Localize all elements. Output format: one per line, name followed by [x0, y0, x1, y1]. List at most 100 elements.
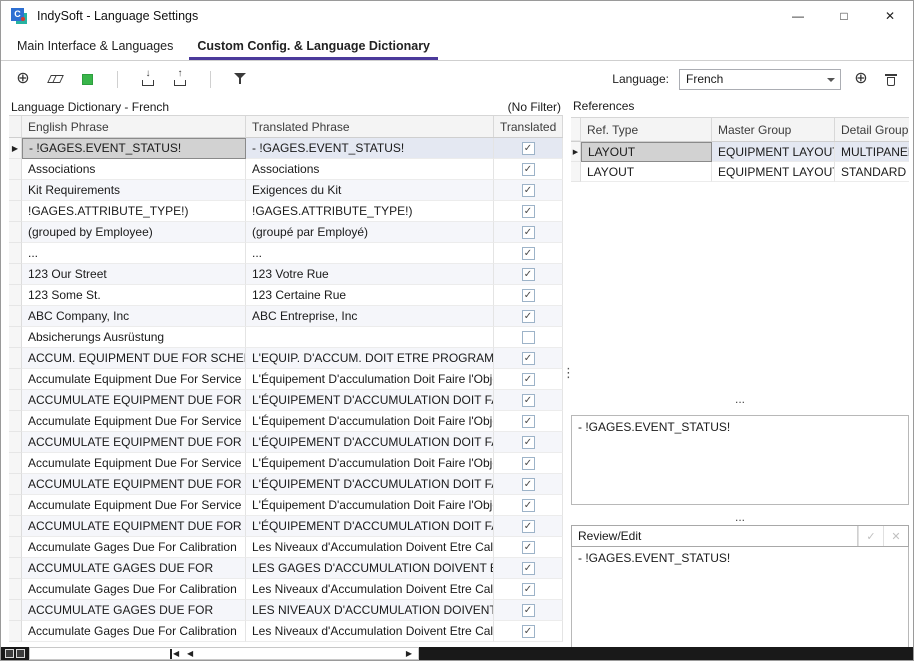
filter-status[interactable]: (No Filter) — [508, 100, 561, 114]
translated-cell[interactable] — [494, 495, 563, 516]
column-header[interactable]: Translated Phrase — [246, 116, 494, 137]
translated-checkbox[interactable] — [522, 457, 535, 470]
reference-row[interactable]: LAYOUTEQUIPMENT LAYOUTSSTANDARD — [571, 162, 909, 182]
translated-cell[interactable] — [494, 138, 563, 159]
dictionary-row[interactable]: 123 Our Street123 Votre Rue — [9, 264, 563, 285]
review-cancel-button[interactable]: ✕ — [883, 526, 908, 546]
maximize-button[interactable]: □ — [821, 1, 867, 31]
translated-phrase-cell[interactable]: Exigences du Kit — [246, 180, 494, 201]
english-phrase-cell[interactable]: Associations — [22, 159, 246, 180]
review-accept-button[interactable]: ✓ — [858, 526, 883, 546]
dictionary-row[interactable]: ACCUMULATE EQUIPMENT DUE FORL'ÉQUIPEMENT… — [9, 474, 563, 495]
tab-custom-config[interactable]: Custom Config. & Language Dictionary — [185, 31, 442, 60]
english-phrase-cell[interactable]: ACCUMULATE EQUIPMENT DUE FOR — [22, 516, 246, 537]
translated-checkbox[interactable] — [522, 499, 535, 512]
add-language-button[interactable]: ⊕ — [851, 69, 871, 89]
translated-cell[interactable] — [494, 474, 563, 495]
dictionary-row[interactable]: ACCUMULATE GAGES DUE FORLES GAGES D'ACCU… — [9, 558, 563, 579]
horizontal-scrollbar[interactable]: ◀ ◀ ▶ — [29, 647, 419, 660]
column-header[interactable]: Ref. Type — [581, 118, 712, 141]
translated-cell[interactable] — [494, 558, 563, 579]
scroll-right-icon[interactable]: ▶ — [406, 649, 412, 659]
tab-main-interface[interactable]: Main Interface & Languages — [5, 31, 185, 60]
splitter-grip-top[interactable]: ... — [571, 393, 909, 405]
english-phrase-cell[interactable]: Accumulate Gages Due For Calibration — [22, 621, 246, 642]
english-phrase-cell[interactable]: - !GAGES.EVENT_STATUS! — [22, 138, 246, 159]
translated-checkbox[interactable] — [522, 226, 535, 239]
translated-phrase-cell[interactable]: L'EQUIP. D'ACCUM. DOIT ETRE PROGRAMMÉ — [246, 348, 494, 369]
column-header[interactable]: Translated — [494, 116, 563, 137]
translated-phrase-cell[interactable]: LES GAGES D'ACCUMULATION DOIVENT ETRE CA — [246, 558, 494, 579]
dictionary-row[interactable]: Accumulate Equipment Due For ServiceL'Éq… — [9, 453, 563, 474]
english-phrase-cell[interactable]: Accumulate Gages Due For Calibration — [22, 537, 246, 558]
translated-checkbox[interactable] — [522, 436, 535, 449]
dictionary-row[interactable]: Accumulate Gages Due For CalibrationLes … — [9, 621, 563, 642]
translated-cell[interactable] — [494, 537, 563, 558]
dictionary-row[interactable]: Kit RequirementsExigences du Kit — [9, 180, 563, 201]
english-phrase-cell[interactable]: Absicherungs Ausrüstung — [22, 327, 246, 348]
translated-cell[interactable] — [494, 285, 563, 306]
english-phrase-cell[interactable]: Accumulate Gages Due For Calibration — [22, 579, 246, 600]
translated-phrase-cell[interactable]: L'Équipement D'acculumation Doit Faire l… — [246, 369, 494, 390]
translated-cell[interactable] — [494, 348, 563, 369]
translated-cell[interactable] — [494, 516, 563, 537]
translated-phrase-cell[interactable] — [246, 327, 494, 348]
english-phrase-cell[interactable]: 123 Some St. — [22, 285, 246, 306]
import-button[interactable]: ↓ — [138, 69, 158, 89]
dictionary-row[interactable]: ACCUMULATE GAGES DUE FORLES NIVEAUX D'AC… — [9, 600, 563, 621]
translated-checkbox[interactable] — [522, 415, 535, 428]
translated-cell[interactable] — [494, 579, 563, 600]
translated-checkbox[interactable] — [522, 625, 535, 638]
english-phrase-cell[interactable]: ACCUMULATE EQUIPMENT DUE FOR — [22, 390, 246, 411]
english-phrase-cell[interactable]: ACCUMULATE EQUIPMENT DUE FOR — [22, 474, 246, 495]
english-phrase-cell[interactable]: ABC Company, Inc — [22, 306, 246, 327]
translated-cell[interactable] — [494, 432, 563, 453]
dictionary-row[interactable]: ▶- !GAGES.EVENT_STATUS!- !GAGES.EVENT_ST… — [9, 138, 563, 159]
translated-phrase-cell[interactable]: Les Niveaux d'Accumulation Doivent Etre … — [246, 537, 494, 558]
translated-checkbox[interactable] — [522, 142, 535, 155]
dictionary-row[interactable]: Accumulate Equipment Due For ServiceL'Éq… — [9, 369, 563, 390]
english-phrase-cell[interactable]: ACCUMULATE EQUIPMENT DUE FOR — [22, 432, 246, 453]
filter-button[interactable] — [231, 69, 251, 89]
translated-phrase-cell[interactable]: L'ÉQUIPEMENT D'ACCUMULATION DOIT FAIRE L… — [246, 432, 494, 453]
ref-type-cell[interactable]: LAYOUT — [581, 162, 712, 182]
translated-phrase-cell[interactable]: L'Équipement D'accumulation Doit Faire l… — [246, 411, 494, 432]
english-phrase-cell[interactable]: (grouped by Employee) — [22, 222, 246, 243]
translated-cell[interactable] — [494, 201, 563, 222]
translated-phrase-cell[interactable]: Les Niveaux d'Accumulation Doivent Etre … — [246, 579, 494, 600]
record-button[interactable] — [77, 69, 97, 89]
translated-checkbox[interactable] — [522, 247, 535, 260]
translated-phrase-cell[interactable]: (groupé par Employé) — [246, 222, 494, 243]
phrase-preview-box[interactable]: - !GAGES.EVENT_STATUS! — [571, 415, 909, 505]
dictionary-row[interactable]: AssociationsAssociations — [9, 159, 563, 180]
translated-checkbox[interactable] — [522, 394, 535, 407]
panel-splitter-handle[interactable]: ⋮ — [562, 365, 575, 381]
english-phrase-cell[interactable]: Kit Requirements — [22, 180, 246, 201]
translated-checkbox[interactable] — [522, 184, 535, 197]
reference-row[interactable]: ▶LAYOUTEQUIPMENT LAYOUTSMULTIPANEL- — [571, 142, 909, 162]
review-edit-textarea[interactable]: - !GAGES.EVENT_STATUS! — [571, 547, 909, 649]
column-header[interactable]: Detail Group — [835, 118, 909, 141]
dictionary-row[interactable]: ...... — [9, 243, 563, 264]
dictionary-row[interactable]: ACCUM. EQUIPMENT DUE FOR SCHEDULEL'EQUIP… — [9, 348, 563, 369]
detail-group-cell[interactable]: MULTIPANEL- — [835, 142, 909, 162]
delete-language-button[interactable] — [881, 69, 901, 89]
english-phrase-cell[interactable]: ... — [22, 243, 246, 264]
translated-cell[interactable] — [494, 180, 563, 201]
dictionary-row[interactable]: Accumulate Equipment Due For ServiceL'Éq… — [9, 411, 563, 432]
translated-checkbox[interactable] — [522, 205, 535, 218]
dictionary-row[interactable]: Accumulate Gages Due For CalibrationLes … — [9, 537, 563, 558]
translated-checkbox[interactable] — [522, 583, 535, 596]
translated-cell[interactable] — [494, 621, 563, 642]
translated-phrase-cell[interactable]: 123 Certaine Rue — [246, 285, 494, 306]
translated-cell[interactable] — [494, 159, 563, 180]
translated-checkbox[interactable] — [522, 163, 535, 176]
translated-cell[interactable] — [494, 369, 563, 390]
dictionary-row[interactable]: 123 Some St.123 Certaine Rue — [9, 285, 563, 306]
dictionary-row[interactable]: (grouped by Employee)(groupé par Employé… — [9, 222, 563, 243]
translated-phrase-cell[interactable]: L'Équipement D'accumulation Doit Faire l… — [246, 495, 494, 516]
english-phrase-cell[interactable]: !GAGES.ATTRIBUTE_TYPE!) — [22, 201, 246, 222]
dictionary-row[interactable]: !GAGES.ATTRIBUTE_TYPE!)!GAGES.ATTRIBUTE_… — [9, 201, 563, 222]
translated-cell[interactable] — [494, 411, 563, 432]
splitter-grip-bottom[interactable]: ... — [571, 511, 909, 523]
